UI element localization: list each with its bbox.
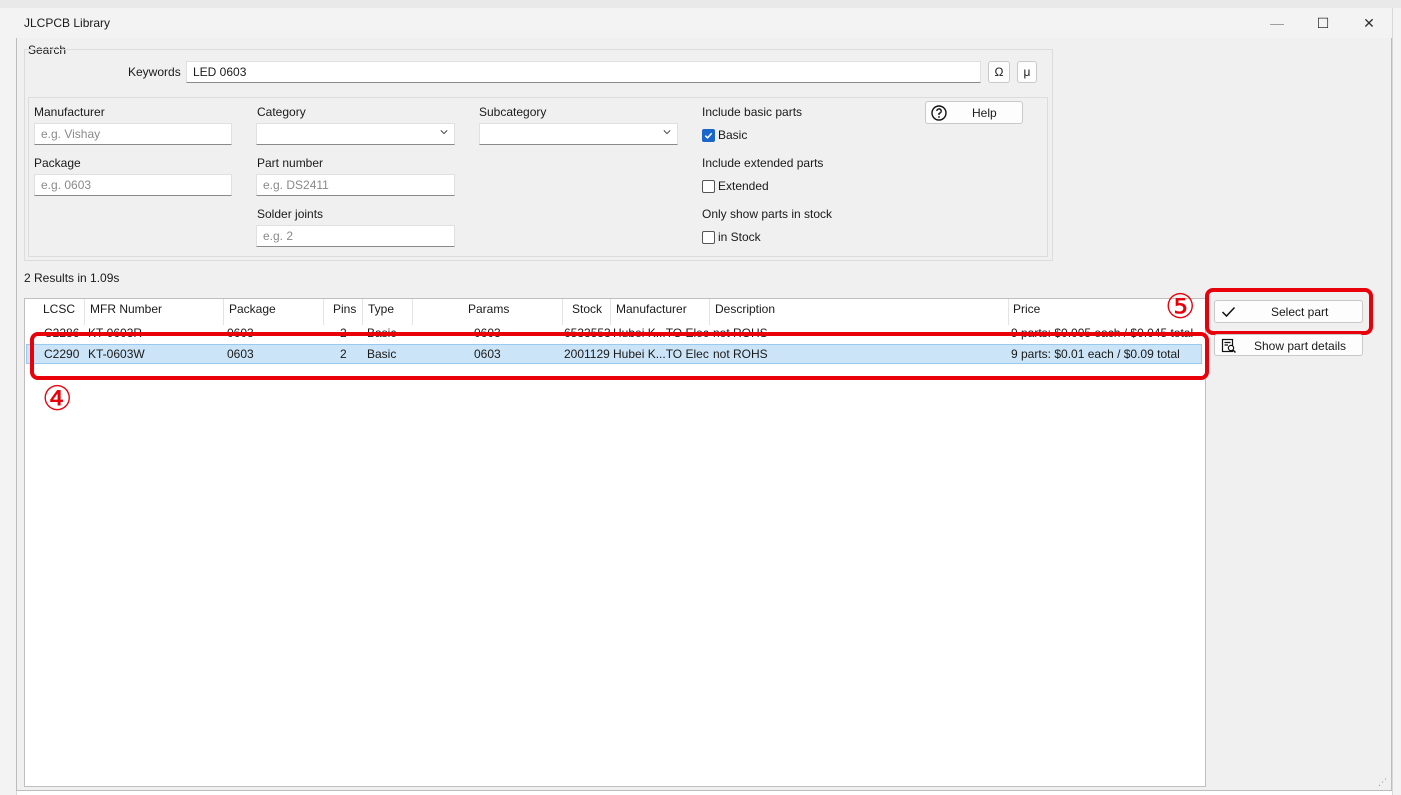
basic-checkbox[interactable] [702, 129, 715, 142]
step-4-marker: ④ [42, 379, 73, 419]
column-header-manufacturer[interactable]: Manufacturer [616, 302, 687, 316]
extended-checkbox[interactable] [702, 180, 715, 193]
column-header-lcsc[interactable]: LCSC [43, 302, 75, 316]
solder-joints-label: Solder joints [257, 207, 324, 221]
column-header-type[interactable]: Type [368, 302, 394, 316]
highlight-select-part [1205, 288, 1373, 335]
include-basic-label: Include basic parts [702, 105, 803, 119]
in-stock-checkbox-label[interactable]: in Stock [718, 230, 761, 244]
in-stock-checkbox[interactable] [702, 231, 715, 244]
help-button-label: Help [972, 106, 997, 120]
keywords-input[interactable]: LED 0603 [186, 61, 981, 83]
minimize-button[interactable]: — [1254, 8, 1300, 38]
subcategory-label: Subcategory [479, 105, 547, 119]
show-part-details-label: Show part details [1254, 339, 1347, 353]
close-button[interactable]: ✕ [1346, 8, 1392, 38]
include-extended-label: Include extended parts [702, 156, 824, 170]
maximize-icon: ☐ [1316, 14, 1330, 31]
subcategory-select[interactable] [479, 123, 678, 145]
chevron-down-icon [663, 130, 671, 135]
column-separator [323, 299, 324, 325]
solder-joints-input[interactable]: e.g. 2 [256, 225, 455, 247]
part-number-label: Part number [257, 156, 324, 170]
maximize-button[interactable]: ☐ [1300, 8, 1346, 38]
manufacturer-input[interactable]: e.g. Vishay [34, 123, 232, 145]
part-number-input[interactable]: e.g. DS2411 [256, 174, 455, 196]
window-title: JLCPCB Library [24, 16, 111, 30]
background-app-left [0, 8, 17, 795]
close-icon: ✕ [1363, 14, 1375, 31]
column-header-stock[interactable]: Stock [572, 302, 602, 316]
column-header-description[interactable]: Description [715, 302, 775, 316]
help-button[interactable]: Help [925, 101, 1023, 124]
extended-checkbox-label[interactable]: Extended [718, 179, 769, 193]
help-icon [931, 105, 947, 121]
column-header-price[interactable]: Price [1013, 302, 1040, 316]
column-header-params[interactable]: Params [468, 302, 509, 316]
minimize-icon: — [1270, 15, 1284, 31]
in-stock-group-label: Only show parts in stock [702, 207, 833, 221]
column-separator [709, 299, 710, 325]
basic-checkbox-label[interactable]: Basic [718, 128, 747, 142]
title-bar [16, 8, 1392, 38]
column-separator [84, 299, 85, 325]
resize-grip-icon[interactable]: ⋰ [1378, 777, 1388, 787]
column-separator [610, 299, 611, 325]
manufacturer-label: Manufacturer [34, 105, 105, 119]
details-icon [1221, 338, 1236, 353]
background-app-right [1392, 8, 1401, 795]
column-separator [562, 299, 563, 325]
step-5-marker: ⑤ [1165, 287, 1196, 327]
category-select[interactable] [256, 123, 455, 145]
column-separator [362, 299, 363, 325]
package-label: Package [34, 156, 81, 170]
package-input[interactable]: e.g. 0603 [34, 174, 232, 196]
column-separator [223, 299, 224, 325]
column-separator [1008, 299, 1009, 325]
results-summary: 2 Results in 1.09s [24, 271, 120, 285]
chevron-down-icon [440, 130, 448, 135]
column-header-package[interactable]: Package [229, 302, 276, 316]
show-part-details-button[interactable]: Show part details [1214, 334, 1363, 356]
checkmark-icon [704, 132, 713, 139]
column-header-pins[interactable]: Pins [333, 302, 356, 316]
category-label: Category [257, 105, 306, 119]
highlight-selected-row [30, 332, 1209, 380]
column-separator [412, 299, 413, 325]
keywords-label: Keywords [128, 65, 181, 79]
omega-button[interactable]: Ω [988, 61, 1010, 83]
column-header-mfr-number[interactable]: MFR Number [90, 302, 162, 316]
mu-button[interactable]: μ [1017, 61, 1037, 83]
